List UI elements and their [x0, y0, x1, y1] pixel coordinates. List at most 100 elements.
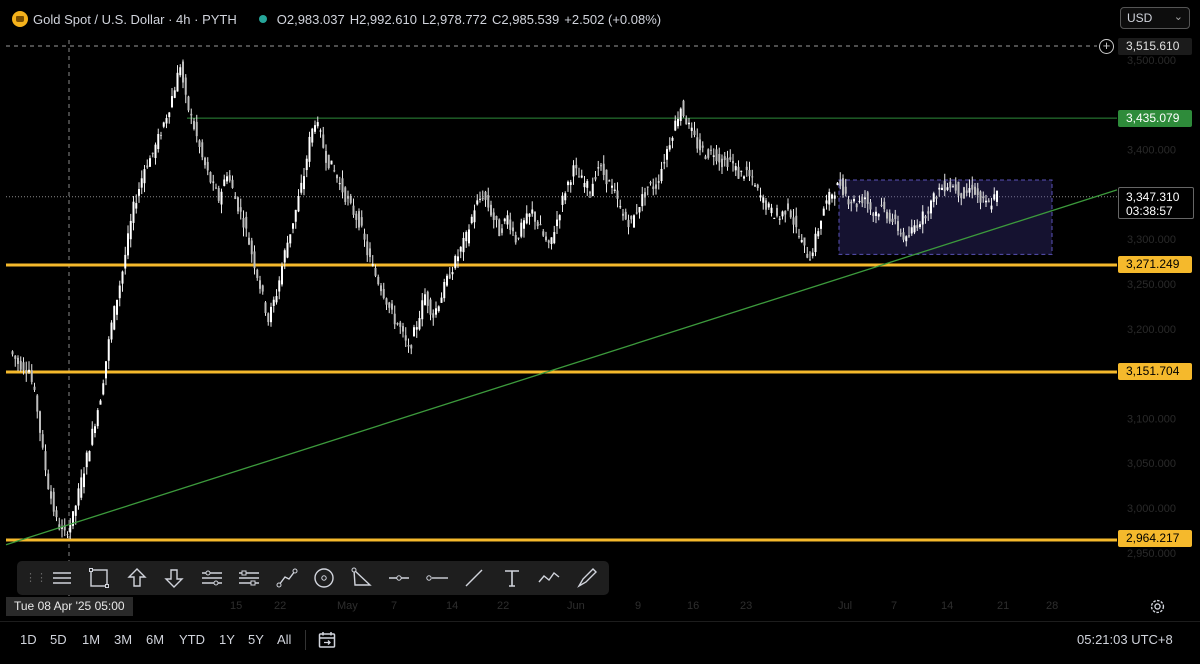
candle-body — [91, 428, 94, 445]
candle-body — [685, 118, 688, 125]
circle-tool-button[interactable] — [306, 563, 344, 593]
range-button[interactable]: 1D — [20, 632, 37, 647]
candle-body — [908, 235, 910, 237]
candle-body — [85, 452, 88, 468]
drawing-toolbar[interactable]: ⋮⋮ — [17, 561, 609, 595]
candle-body — [25, 370, 28, 374]
candle-body — [800, 239, 803, 243]
range-button[interactable]: YTD — [179, 632, 205, 647]
candle-body — [622, 213, 624, 216]
candle-body — [869, 202, 872, 210]
candle-body — [558, 215, 561, 221]
range-button[interactable]: All — [277, 632, 291, 647]
chart-settings-icon[interactable] — [1149, 598, 1166, 615]
candle-body — [426, 291, 429, 306]
candle-body — [107, 339, 110, 361]
candle-body — [316, 122, 319, 127]
candle-body — [36, 395, 39, 412]
arrow-down-tool-button[interactable] — [156, 563, 194, 593]
arrow-up-tool-button[interactable] — [118, 563, 156, 593]
horizontal-ray-tool-button[interactable] — [381, 563, 419, 593]
currency-select[interactable]: USD ⌄ — [1120, 7, 1190, 29]
candle-body — [550, 237, 553, 244]
candle-body — [630, 215, 633, 220]
rectangle-tool-button[interactable] — [81, 563, 119, 593]
candle-body — [333, 170, 336, 172]
candle-body — [809, 259, 811, 261]
candle-body — [217, 188, 220, 201]
candle-body — [828, 191, 831, 205]
settings-sliders-tool-button[interactable] — [231, 563, 269, 593]
range-button[interactable]: 3M — [114, 632, 132, 647]
polyline-tool-button[interactable] — [531, 563, 569, 593]
range-button[interactable]: 6M — [146, 632, 164, 647]
candle-body — [789, 210, 792, 218]
candle-body — [347, 195, 349, 199]
range-button[interactable]: 5Y — [248, 632, 264, 647]
candle-body — [770, 207, 773, 214]
trend-line-tool-button[interactable] — [456, 563, 494, 593]
level-tag-resistance: 3,435.079 — [1118, 110, 1192, 127]
candle-body — [875, 211, 877, 216]
path-tool-button[interactable] — [268, 563, 306, 593]
candle-body — [850, 201, 853, 204]
candle-body — [517, 237, 520, 239]
horizontal-lines-tool-button[interactable] — [43, 563, 81, 593]
chart-app[interactable]: 3,500.0003,400.0003,350.0003,300.0003,25… — [0, 0, 1200, 663]
candle-body — [160, 134, 162, 136]
candle-body — [443, 281, 446, 299]
candle-body — [80, 477, 83, 498]
candle-body — [19, 360, 22, 370]
candle-body — [985, 200, 987, 203]
parallel-channel-tool-button[interactable] — [193, 563, 231, 593]
candle-body — [693, 130, 696, 136]
drag-handle-icon[interactable]: ⋮⋮ — [25, 573, 47, 584]
text-tool-button[interactable] — [493, 563, 531, 593]
candle-body — [910, 227, 913, 234]
candle-body — [399, 322, 402, 327]
candle-body — [187, 96, 190, 111]
crosshair-price-tag: 3,515.610 — [1118, 38, 1192, 55]
candle-body — [215, 187, 217, 189]
candle-body — [930, 200, 932, 214]
candle-body — [204, 157, 206, 166]
candle-body — [589, 192, 591, 194]
go-to-date-calendar-icon[interactable] — [317, 630, 337, 650]
candle-body — [806, 253, 809, 258]
rectangle-icon — [89, 568, 110, 588]
candle-body — [795, 215, 798, 228]
candle-body — [781, 211, 784, 217]
candle-body — [803, 237, 806, 246]
trendline-layer[interactable] — [5, 189, 1118, 546]
candle-body — [833, 195, 836, 199]
brush-tool-button[interactable] — [568, 563, 606, 593]
triangle-tool-button[interactable] — [343, 563, 381, 593]
candle-body — [352, 205, 355, 215]
candle-body — [116, 299, 118, 315]
range-button[interactable]: 1Y — [219, 632, 235, 647]
add-alert-plus-icon[interactable]: + — [1099, 39, 1114, 54]
candle-body — [498, 219, 501, 237]
candle-body — [822, 208, 825, 216]
candle-body — [176, 72, 179, 92]
range-button[interactable]: 1M — [82, 632, 100, 647]
candle-body — [569, 182, 572, 185]
circle-icon — [314, 568, 334, 588]
horizontal-line-tool-button[interactable] — [418, 563, 456, 593]
low-value: 2,978.772 — [429, 11, 488, 27]
candle-body — [30, 370, 33, 382]
utc-clock[interactable]: 05:21:03 UTC+8 — [1077, 632, 1173, 647]
candle-body — [539, 224, 542, 226]
y-tick-layer: 3,500.0003,400.0003,350.0003,300.0003,25… — [1127, 55, 1176, 560]
candle-body — [391, 303, 393, 310]
candle-body — [366, 241, 369, 256]
candle-body — [168, 112, 171, 118]
candle-body — [861, 197, 864, 204]
range-button[interactable]: 5D — [50, 632, 67, 647]
candle-body — [512, 227, 514, 232]
candle-body — [619, 206, 622, 208]
candle-body — [88, 451, 91, 462]
candle-body — [402, 326, 404, 332]
candle-body — [338, 183, 341, 185]
symbol-title[interactable]: Gold Spot / U.S. Dollar · 4h · PYTH — [33, 12, 237, 27]
